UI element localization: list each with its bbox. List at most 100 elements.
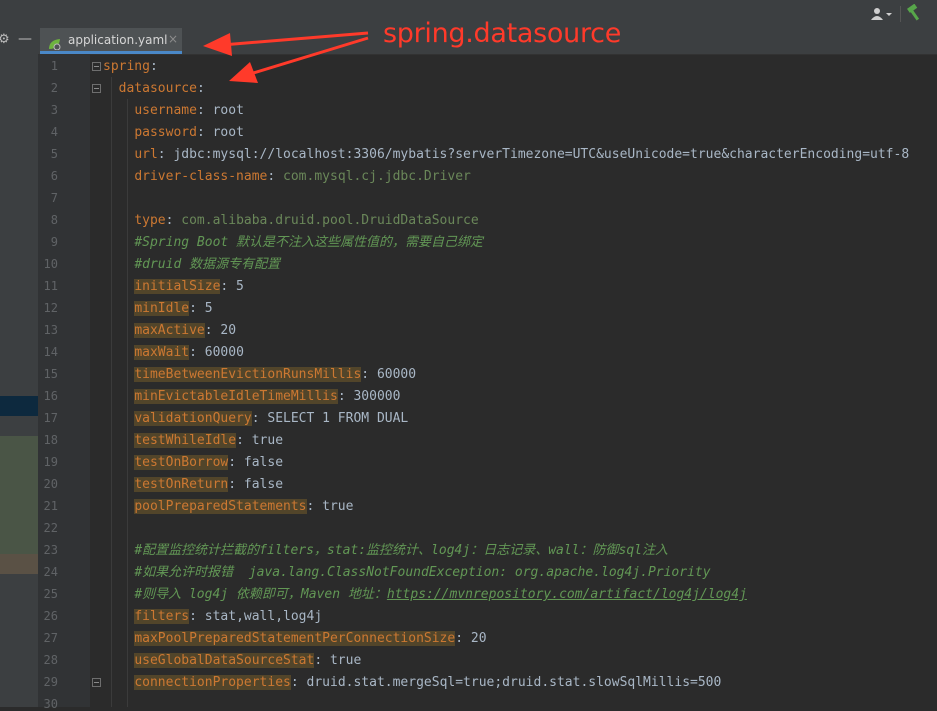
yaml-key: maxActive — [134, 323, 205, 338]
yaml-value: : jdbc:mysql://localhost:3306/mybatis?se… — [157, 147, 910, 162]
yaml-value — [103, 675, 134, 690]
code-line[interactable]: minEvictableIdleTimeMillis: 300000 — [103, 386, 400, 408]
line-number: 4 — [50, 125, 58, 139]
selected-tree-row[interactable] — [0, 396, 38, 416]
yaml-key: testOnBorrow — [134, 455, 229, 470]
yaml-value: : true — [314, 653, 362, 668]
yaml-value: : true — [306, 499, 354, 514]
yaml-key: password — [134, 125, 197, 140]
yaml-value: : root — [196, 103, 244, 118]
tree-row[interactable] — [0, 554, 38, 574]
code-line[interactable]: username: root — [103, 100, 244, 122]
code-line[interactable]: #配置监控统计拦截的filters，stat:监控统计、log4j：日志记录、w… — [103, 540, 668, 562]
yaml-key: connectionProperties — [134, 675, 291, 690]
code-line[interactable]: validationQuery: SELECT 1 FROM DUAL — [103, 408, 408, 430]
code-line[interactable]: connectionProperties: druid.stat.mergeSq… — [103, 672, 721, 694]
close-tab-icon[interactable]: × — [168, 32, 178, 46]
yaml-value: com.mysql.cj.jdbc.Driver — [283, 169, 471, 184]
yaml-value — [103, 345, 134, 360]
yaml-key: maxWait — [134, 345, 190, 360]
code-line[interactable]: #druid 数据源专有配置 — [103, 254, 280, 276]
line-number: 9 — [50, 235, 58, 249]
annotation-label: spring.datasource — [383, 18, 622, 49]
comment: #如果允许时报错 java.lang.ClassNotFoundExceptio… — [134, 565, 711, 580]
fold-marker[interactable] — [92, 62, 101, 71]
collapse-icon[interactable]: — — [18, 31, 32, 47]
user-icon[interactable] — [869, 6, 893, 22]
code-line[interactable]: useGlobalDataSourceStat: true — [103, 650, 361, 672]
code-line[interactable]: password: root — [103, 122, 244, 144]
comment: #druid 数据源专有配置 — [134, 257, 281, 272]
gear-icon[interactable]: ⚙ — [0, 32, 10, 47]
yaml-value — [103, 499, 134, 514]
code-line[interactable]: testOnReturn: false — [103, 474, 283, 496]
yaml-value — [103, 235, 134, 250]
code-line[interactable]: maxPoolPreparedStatementPerConnectionSiz… — [103, 628, 487, 650]
yaml-value: : 20 — [455, 631, 487, 646]
line-number: 17 — [43, 411, 58, 425]
code-line[interactable]: filters: stat,wall,log4j — [103, 606, 322, 628]
code-line[interactable]: timeBetweenEvictionRunsMillis: 60000 — [103, 364, 416, 386]
comment: #Spring Boot 默认是不注入这些属性值的，需要自己绑定 — [134, 235, 484, 250]
fold-marker[interactable] — [92, 678, 101, 687]
yaml-value — [103, 147, 134, 162]
hammer-icon[interactable] — [905, 3, 923, 22]
line-number: 24 — [43, 565, 58, 579]
project-panel: ⚙ — — [0, 28, 38, 707]
yaml-key: filters — [134, 609, 190, 624]
yaml-value — [103, 213, 134, 228]
line-number: 16 — [43, 389, 58, 403]
yaml-value — [103, 103, 134, 118]
code-line[interactable]: driver-class-name: com.mysql.cj.jdbc.Dri… — [103, 166, 471, 188]
line-number: 26 — [43, 609, 58, 623]
code-line[interactable]: maxWait: 60000 — [103, 342, 244, 364]
line-number: 8 — [50, 213, 58, 227]
line-number: 10 — [43, 257, 58, 271]
code-line[interactable]: minIdle: 5 — [103, 298, 213, 320]
line-number: 19 — [43, 455, 58, 469]
yaml-key: minIdle — [134, 301, 190, 316]
code-line[interactable]: #如果允许时报错 java.lang.ClassNotFoundExceptio… — [103, 562, 711, 584]
code-line[interactable]: type: com.alibaba.druid.pool.DruidDataSo… — [103, 210, 478, 232]
line-number: 29 — [43, 675, 58, 689]
code-line[interactable]: datasource: — [103, 78, 205, 100]
code-line[interactable]: poolPreparedStatements: true — [103, 496, 353, 518]
line-number: 6 — [50, 169, 58, 183]
yaml-value — [103, 279, 134, 294]
spring-yaml-icon — [48, 35, 61, 51]
code-line[interactable]: testWhileIdle: true — [103, 430, 283, 452]
line-number: 28 — [43, 653, 58, 667]
yaml-value — [103, 631, 134, 646]
code-line[interactable]: testOnBorrow: false — [103, 452, 283, 474]
code-line[interactable]: #Spring Boot 默认是不注入这些属性值的，需要自己绑定 — [103, 232, 483, 254]
changed-tree-rows[interactable] — [0, 436, 38, 554]
yaml-value — [103, 125, 134, 140]
line-number: 18 — [43, 433, 58, 447]
line-number: 21 — [43, 499, 58, 513]
code-line[interactable]: spring: — [103, 56, 158, 78]
code-line[interactable]: url: jdbc:mysql://localhost:3306/mybatis… — [103, 144, 909, 166]
yaml-value — [103, 169, 134, 184]
fold-marker[interactable] — [92, 84, 101, 93]
yaml-key: poolPreparedStatements — [134, 499, 307, 514]
tab-label: application.yaml — [68, 33, 168, 47]
code-editor[interactable]: 1 2 3 4 5 6 7 8 9 10 11 12 13 14 15 16 17 18 19 20 21 22 23 24 2… — [38, 55, 937, 711]
yaml-value: : 20 — [204, 323, 237, 338]
code-line[interactable]: maxActive: 20 — [103, 320, 236, 342]
comment-link[interactable]: https://mvnrepository.com/artifact/log4j… — [387, 587, 747, 602]
yaml-key: testOnReturn — [134, 477, 229, 492]
code-line[interactable]: initialSize: 5 — [103, 276, 244, 298]
yaml-key: url — [134, 147, 158, 162]
yaml-value — [103, 389, 134, 404]
line-number: 5 — [50, 147, 58, 161]
line-number: 22 — [43, 521, 58, 535]
line-number: 3 — [50, 103, 58, 117]
line-number: 25 — [43, 587, 58, 601]
yaml-value — [103, 609, 134, 624]
tab-application-yaml[interactable]: application.yaml × — [40, 28, 182, 54]
yaml-value — [103, 433, 134, 448]
yaml-value: : 5 — [220, 279, 244, 294]
code-line[interactable]: #则导入 log4j 依赖即可，Maven 地址：https://mvnrepo… — [103, 584, 747, 606]
yaml-value: : druid.stat.mergeSql=true;druid.stat.sl… — [290, 675, 722, 690]
yaml-value: : root — [196, 125, 244, 140]
